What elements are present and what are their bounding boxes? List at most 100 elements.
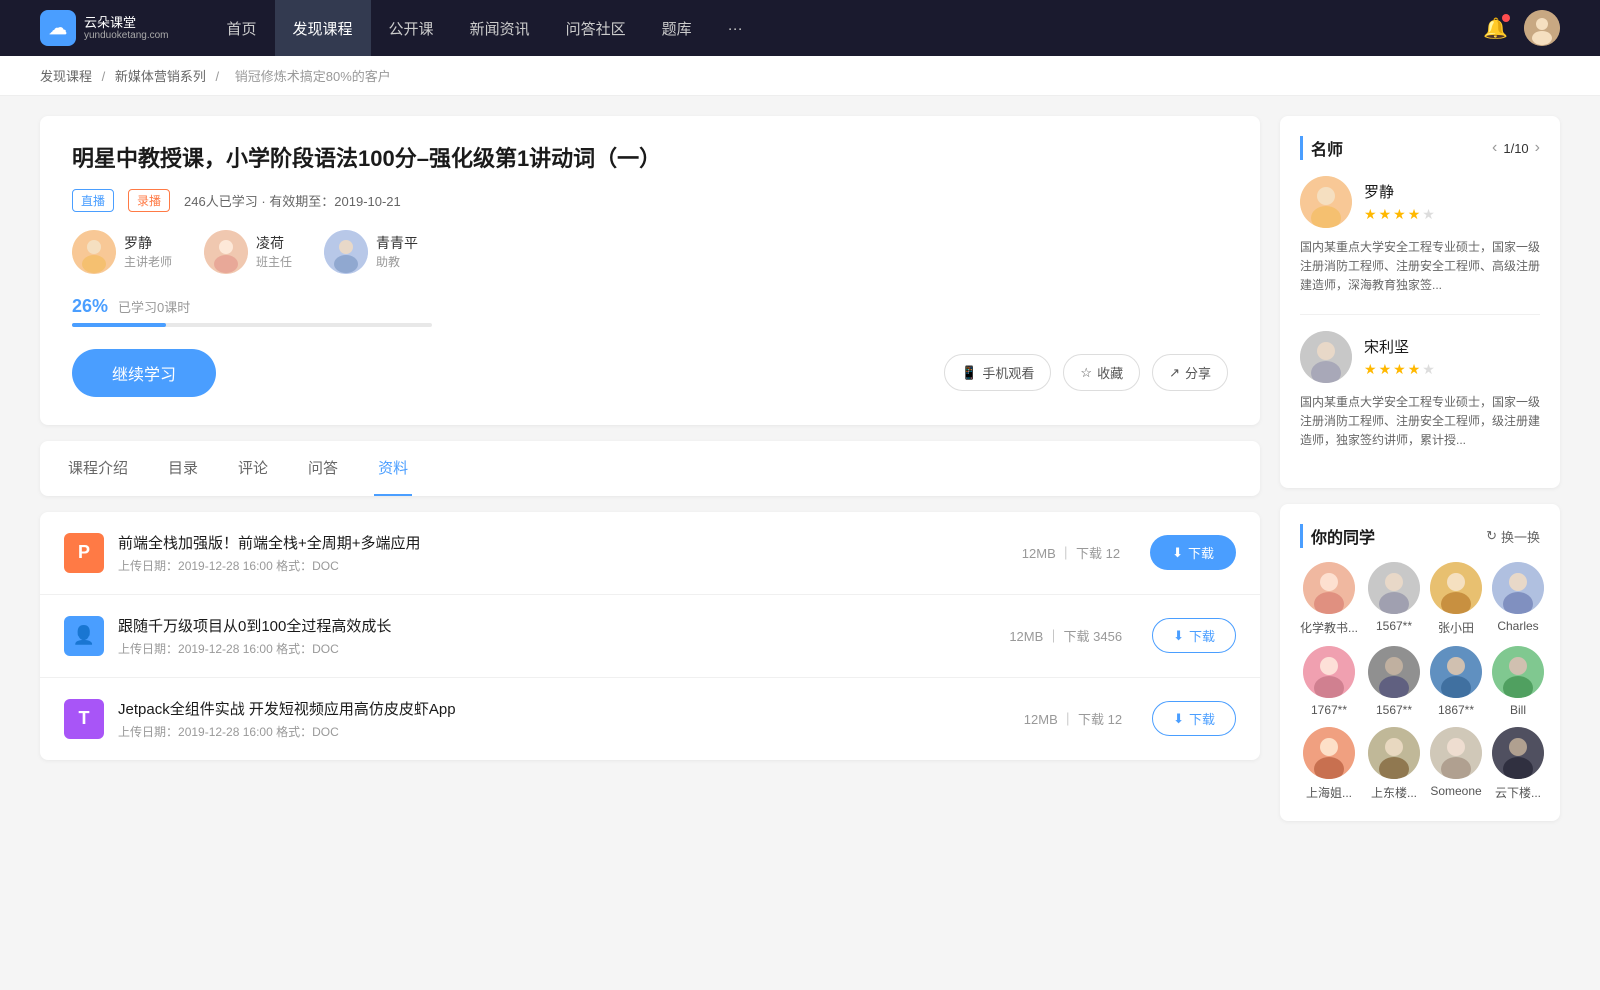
- classmate-11-avatar: [1430, 727, 1482, 779]
- navbar: ☁ 云朵课堂 yunduoketang.com 首页 发现课程 公开课 新闻资讯…: [0, 0, 1600, 56]
- teacher-1: 罗静 主讲老师: [72, 230, 172, 274]
- teacher-3-avatar: [324, 230, 368, 274]
- breadcrumb-discover[interactable]: 发现课程: [40, 69, 92, 84]
- nav-exam[interactable]: 题库: [644, 0, 710, 56]
- nav-discover[interactable]: 发现课程: [275, 0, 371, 56]
- classmate-6-name: 1567**: [1376, 703, 1412, 717]
- classmate-5-name: 1767**: [1311, 703, 1347, 717]
- teacher-card-1-desc: 国内某重点大学安全工程专业硕士，国家一级注册消防工程师、注册安全工程师、高级注册…: [1300, 238, 1540, 296]
- notification-bell[interactable]: 🔔: [1483, 16, 1508, 41]
- resource-list: P 前端全栈加强版！前端全栈+全周期+多端应用 上传日期：2019-12-28 …: [40, 512, 1260, 760]
- classmate-7-name: 1867**: [1438, 703, 1474, 717]
- prev-teacher-button[interactable]: ‹: [1492, 139, 1497, 157]
- tab-resource[interactable]: 资料: [374, 441, 412, 496]
- resource-icon-1: P: [64, 533, 104, 573]
- classmate-9-avatar: [1303, 727, 1355, 779]
- tab-intro[interactable]: 课程介绍: [64, 441, 132, 496]
- download-button-2[interactable]: ⬇ 下载: [1152, 618, 1236, 653]
- nav-open[interactable]: 公开课: [371, 0, 452, 56]
- classmate-7[interactable]: 1867**: [1430, 646, 1482, 717]
- teacher-2-role: 班主任: [256, 253, 292, 270]
- teacher-2-img: [204, 230, 248, 274]
- breadcrumb: 发现课程 / 新媒体营销系列 / 销冠修炼术搞定80%的客户: [0, 56, 1600, 96]
- tab-review[interactable]: 评论: [234, 441, 272, 496]
- resource-meta-1: 上传日期：2019-12-28 16:00 格式：DOC: [118, 557, 1008, 574]
- resource-name-1: 前端全栈加强版！前端全栈+全周期+多端应用: [118, 532, 1008, 553]
- teacher-card-2: 宋利坚 ★ ★ ★ ★ ★ 国内某重点大学安全工程专业硕士，国家一级注册消防工程…: [1300, 331, 1540, 451]
- nav-items: 首页 发现课程 公开课 新闻资讯 问答社区 题库 ···: [209, 0, 1484, 56]
- teacher-1-role: 主讲老师: [124, 253, 172, 270]
- nav-more[interactable]: ···: [710, 0, 761, 56]
- classmates-header: 你的同学 ↻ 换一换: [1300, 524, 1540, 548]
- classmate-10[interactable]: 上东楼...: [1368, 727, 1420, 801]
- teacher-2-avatar: [204, 230, 248, 274]
- teacher-card-1-name: 罗静: [1364, 181, 1435, 202]
- tab-catalog[interactable]: 目录: [164, 441, 202, 496]
- resource-item-3: T Jetpack全组件实战 开发短视频应用高仿皮皮虾App 上传日期：2019…: [40, 678, 1260, 760]
- classmate-1-img: [1303, 562, 1355, 614]
- refresh-classmates-button[interactable]: ↻ 换一换: [1486, 527, 1540, 546]
- classmate-5[interactable]: 1767**: [1300, 646, 1358, 717]
- classmate-12[interactable]: 云下楼...: [1492, 727, 1544, 801]
- navbar-right: 🔔: [1483, 10, 1560, 46]
- continue-learning-button[interactable]: 继续学习: [72, 349, 216, 397]
- teacher-card-1-img: [1300, 176, 1352, 228]
- mobile-icon: 📱: [961, 365, 977, 381]
- classmate-11-img: [1430, 727, 1482, 779]
- download-button-1[interactable]: ⬇ 下载: [1150, 535, 1236, 570]
- download-button-3[interactable]: ⬇ 下载: [1152, 701, 1236, 736]
- breadcrumb-sep1: /: [102, 69, 109, 84]
- nav-qa[interactable]: 问答社区: [548, 0, 644, 56]
- tag-record: 录播: [128, 189, 170, 212]
- action-buttons: 📱 手机观看 ☆ 收藏 ↗ 分享: [944, 354, 1228, 391]
- resource-item-1: P 前端全栈加强版！前端全栈+全周期+多端应用 上传日期：2019-12-28 …: [40, 512, 1260, 595]
- classmate-8-avatar: [1492, 646, 1544, 698]
- course-actions: 继续学习 📱 手机观看 ☆ 收藏 ↗ 分享: [72, 349, 1228, 397]
- resource-info-2: 跟随千万级项目从0到100全过程高效成长 上传日期：2019-12-28 16:…: [118, 615, 995, 657]
- breadcrumb-current: 销冠修炼术搞定80%的客户: [235, 69, 391, 84]
- classmate-2-img: [1368, 562, 1420, 614]
- breadcrumb-series[interactable]: 新媒体营销系列: [115, 69, 206, 84]
- logo[interactable]: ☁ 云朵课堂 yunduoketang.com: [40, 10, 169, 46]
- classmate-5-img: [1303, 646, 1355, 698]
- resource-icon-3: T: [64, 699, 104, 739]
- teacher-card-1: 罗静 ★ ★ ★ ★ ★ 国内某重点大学安全工程专业硕士，国家一级注册消防工程师…: [1300, 176, 1540, 296]
- teacher-2: 凌荷 班主任: [204, 230, 292, 274]
- content-area: 明星中教授课，小学阶段语法100分–强化级第1讲动词（一） 直播 录播 246人…: [40, 116, 1260, 837]
- teacher-1-avatar: [72, 230, 116, 274]
- classmate-9[interactable]: 上海姐...: [1300, 727, 1358, 801]
- tab-qa[interactable]: 问答: [304, 441, 342, 496]
- classmate-6[interactable]: 1567**: [1368, 646, 1420, 717]
- classmate-4-name: Charles: [1497, 619, 1538, 633]
- resource-meta-3: 上传日期：2019-12-28 16:00 格式：DOC: [118, 723, 1010, 740]
- classmate-3-img: [1430, 562, 1482, 614]
- classmate-3[interactable]: 张小田: [1430, 562, 1482, 636]
- classmate-1[interactable]: 化学教书...: [1300, 562, 1358, 636]
- resource-info-1: 前端全栈加强版！前端全栈+全周期+多端应用 上传日期：2019-12-28 16…: [118, 532, 1008, 574]
- collect-button[interactable]: ☆ 收藏: [1063, 354, 1140, 391]
- classmate-6-avatar: [1368, 646, 1420, 698]
- classmate-4-img: [1492, 562, 1544, 614]
- classmate-9-name: 上海姐...: [1306, 784, 1352, 801]
- resource-item-2: 👤 跟随千万级项目从0到100全过程高效成长 上传日期：2019-12-28 1…: [40, 595, 1260, 678]
- classmate-10-avatar: [1368, 727, 1420, 779]
- user-avatar-nav[interactable]: [1524, 10, 1560, 46]
- mobile-watch-button[interactable]: 📱 手机观看: [944, 354, 1051, 391]
- share-button[interactable]: ↗ 分享: [1152, 354, 1228, 391]
- progress-label: 26% 已学习0课时: [72, 296, 1228, 317]
- teacher-card-2-img: [1300, 331, 1352, 383]
- classmate-2[interactable]: 1567**: [1368, 562, 1420, 636]
- classmate-4[interactable]: Charles: [1492, 562, 1544, 636]
- download-icon-1: ⬇: [1172, 545, 1183, 561]
- classmate-8[interactable]: Bill: [1492, 646, 1544, 717]
- classmate-11[interactable]: Someone: [1430, 727, 1482, 801]
- nav-home[interactable]: 首页: [209, 0, 275, 56]
- progress-bar-bg: [72, 323, 432, 327]
- teacher-card-2-avatar: [1300, 331, 1352, 383]
- next-teacher-button[interactable]: ›: [1535, 139, 1540, 157]
- classmate-1-name: 化学教书...: [1300, 619, 1358, 636]
- course-card: 明星中教授课，小学阶段语法100分–强化级第1讲动词（一） 直播 录播 246人…: [40, 116, 1260, 425]
- nav-news[interactable]: 新闻资讯: [452, 0, 548, 56]
- teacher-card-2-info: 宋利坚 ★ ★ ★ ★ ★: [1364, 336, 1435, 378]
- tag-live: 直播: [72, 189, 114, 212]
